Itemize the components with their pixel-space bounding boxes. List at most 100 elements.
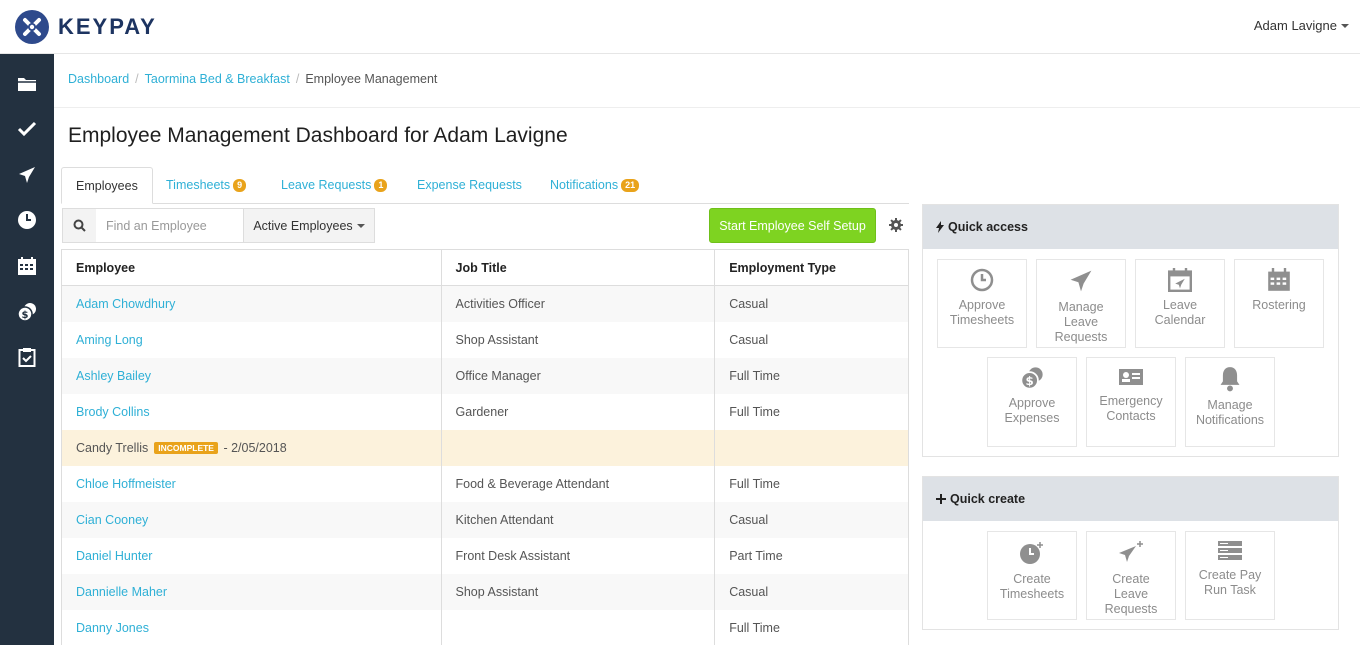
job-title-cell: Shop Assistant [441, 573, 716, 610]
breadcrumb-business[interactable]: Taormina Bed & Breakfast [145, 72, 290, 86]
clock-plus-icon [1020, 542, 1043, 564]
sidebar-item-business[interactable] [15, 72, 39, 96]
approve-timesheets-tile[interactable]: Approve Timesheets [937, 259, 1027, 348]
tab-leave-requests[interactable]: Leave Requests 1 [267, 167, 401, 204]
clock-icon [970, 268, 994, 292]
svg-text:$: $ [1026, 374, 1034, 388]
create-leave-requests-tile[interactable]: Create Leave Requests [1086, 531, 1176, 620]
tile-label: Timesheets [949, 313, 1015, 327]
employment-type-cell: Full Time [714, 609, 909, 645]
sidebar-item-approvals[interactable] [15, 117, 39, 141]
job-title-cell: Activities Officer [441, 285, 716, 322]
employee-name-link[interactable]: Daniel Hunter [76, 549, 152, 563]
sidebar-item-expenses[interactable]: $ [15, 300, 39, 324]
employee-cell: Danny Jones [61, 609, 442, 645]
employee-status-dropdown[interactable]: Active Employees [243, 208, 375, 243]
job-title-cell: Kitchen Attendant [441, 501, 716, 538]
employee-name-link[interactable]: Brody Collins [76, 405, 150, 419]
logo-text: KEYPAY [58, 14, 157, 39]
count-badge: 9 [233, 179, 247, 193]
quick-create-panel: Quick create Create Timesheets Create Le… [922, 476, 1339, 630]
lightning-icon [936, 221, 944, 233]
emergency-contacts-tile[interactable]: Emergency Contacts [1086, 357, 1176, 447]
employee-cell: Brody Collins [61, 393, 442, 430]
dropdown-selected-value: Active Employees [253, 218, 353, 233]
count-badge: 21 [621, 179, 640, 193]
column-header-employee[interactable]: Employee [61, 249, 442, 286]
job-title-cell: Food & Beverage Attendant [441, 465, 716, 502]
sidebar-item-tasks[interactable] [15, 345, 39, 369]
tile-label: Requests [1054, 330, 1108, 344]
column-header-employment-type[interactable]: Employment Type [714, 249, 909, 286]
employment-type-cell: Part Time [714, 537, 909, 574]
table-row[interactable]: Dannielle Maher Shop Assistant Casual [61, 573, 909, 610]
table-row[interactable]: Ashley Bailey Office Manager Full Time [61, 357, 909, 394]
tab-label: Expense Requests [417, 178, 522, 192]
panel-title: Quick access [948, 220, 1028, 234]
keypay-logo[interactable]: KEYPAY [14, 9, 157, 45]
manage-notifications-tile[interactable]: Manage Notifications [1185, 357, 1275, 447]
table-row[interactable]: Cian Cooney Kitchen Attendant Casual [61, 501, 909, 538]
tile-label: Approve [1008, 396, 1056, 410]
approve-expenses-tile[interactable]: $ Approve Expenses [987, 357, 1077, 447]
status-badge: INCOMPLETE [154, 442, 218, 455]
top-bar: KEYPAY Adam Lavigne [0, 0, 1360, 54]
employee-search-input[interactable] [96, 208, 244, 243]
employment-type-cell: Full Time [714, 357, 909, 394]
table-row[interactable]: Chloe Hoffmeister Food & Beverage Attend… [61, 465, 909, 502]
manage-leave-requests-tile[interactable]: Manage Leave Requests [1036, 259, 1126, 348]
create-pay-run-task-tile[interactable]: Create Pay Run Task [1185, 531, 1275, 620]
table-row-incomplete[interactable]: Candy Trellis INCOMPLETE - 2/05/2018 [61, 429, 909, 466]
employment-type-cell: Casual [714, 573, 909, 610]
employee-name-link[interactable]: Danny Jones [76, 621, 149, 635]
employee-name-link[interactable]: Adam Chowdhury [76, 297, 175, 311]
clipboard-icon [18, 348, 36, 367]
tab-timesheets[interactable]: Timesheets 9 [152, 167, 260, 204]
employee-cell: Dannielle Maher [61, 573, 442, 610]
employee-cell: Aming Long [61, 321, 442, 358]
employee-name-link[interactable]: Dannielle Maher [76, 585, 167, 599]
employee-name-link[interactable]: Ashley Bailey [76, 369, 151, 383]
header-divider [54, 107, 1360, 108]
tab-employees[interactable]: Employees [61, 167, 153, 204]
employee-name-link[interactable]: Cian Cooney [76, 513, 148, 527]
table-row[interactable]: Aming Long Shop Assistant Casual [61, 321, 909, 358]
id-card-icon [1119, 369, 1143, 385]
employment-type-cell: Casual [714, 501, 909, 538]
column-header-job-title[interactable]: Job Title [441, 249, 716, 286]
job-title-cell: Office Manager [441, 357, 716, 394]
employee-name-link[interactable]: Chloe Hoffmeister [76, 477, 176, 491]
sidebar-item-calendar[interactable] [15, 254, 39, 278]
tile-label: Create [1013, 572, 1051, 586]
checkmark-icon [17, 121, 37, 137]
tile-label: Timesheets [999, 587, 1065, 601]
tab-bar: Employees Timesheets 9 Leave Requests 1 Ex… [61, 167, 909, 204]
table-row[interactable]: Danny Jones Full Time [61, 609, 909, 645]
tab-label: Employees [76, 179, 138, 193]
employee-name-link[interactable]: Aming Long [76, 333, 143, 347]
rostering-tile[interactable]: Rostering [1234, 259, 1324, 348]
start-employee-self-setup-button[interactable]: Start Employee Self Setup [709, 208, 876, 243]
quick-access-panel: Quick access Approve Timesheets Manage L… [922, 204, 1339, 457]
create-timesheets-tile[interactable]: Create Timesheets [987, 531, 1077, 620]
table-row[interactable]: Adam Chowdhury Activities Officer Casual [61, 285, 909, 322]
leave-calendar-tile[interactable]: Leave Calendar [1135, 259, 1225, 348]
user-menu[interactable]: Adam Lavigne [1254, 18, 1349, 33]
search-button[interactable] [62, 208, 97, 243]
job-title-cell: Front Desk Assistant [441, 537, 716, 574]
clock-icon [18, 211, 36, 229]
tab-notifications[interactable]: Notifications 21 [536, 167, 653, 204]
tile-label: Create [1112, 572, 1150, 586]
breadcrumb-dashboard[interactable]: Dashboard [68, 72, 129, 86]
tile-label: Leave [1063, 315, 1099, 329]
table-row[interactable]: Daniel Hunter Front Desk Assistant Part … [61, 537, 909, 574]
tab-expense-requests[interactable]: Expense Requests [403, 167, 536, 204]
gear-icon[interactable] [888, 217, 904, 233]
calendar-grid-icon [1268, 268, 1290, 291]
job-title-cell [441, 429, 716, 466]
tile-label: Notifications [1195, 413, 1265, 427]
table-row[interactable]: Brody Collins Gardener Full Time [61, 393, 909, 430]
user-name: Adam Lavigne [1253, 18, 1337, 33]
sidebar-item-timesheets[interactable] [15, 208, 39, 232]
sidebar-item-leave[interactable] [15, 163, 39, 187]
